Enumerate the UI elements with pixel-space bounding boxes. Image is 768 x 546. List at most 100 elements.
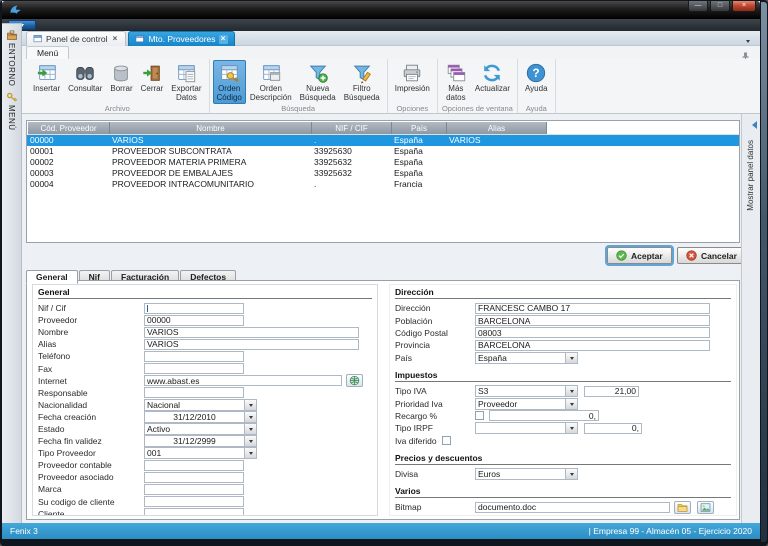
field-tipo-proveedor-dropdown[interactable]: 001 [144, 447, 257, 459]
show-data-panel-label: Mostrar panel datos [746, 140, 755, 211]
field-tipo-irpf-dropdown[interactable] [475, 422, 578, 434]
field-provincia-input[interactable] [475, 340, 710, 351]
chevron-down-icon[interactable] [244, 424, 256, 434]
field-nif-cif-input[interactable] [144, 303, 244, 314]
field-iva-diferido-checkbox[interactable] [442, 436, 451, 445]
close-icon[interactable]: × [110, 35, 119, 44]
ribbon-button-consultar[interactable]: Consultar [64, 60, 106, 104]
close-icon[interactable]: × [219, 35, 228, 44]
field-responsable-input[interactable] [144, 387, 244, 398]
cancel-button[interactable]: Cancelar [677, 247, 746, 264]
field-proveedor-contable-input[interactable] [144, 460, 244, 471]
table-row[interactable]: 00004PROVEEDOR INTRACOMUNITARIO.Francia [27, 179, 739, 190]
field-row-tipo-iva: Tipo IVAS3 [395, 385, 731, 397]
ribbon-button-filtro-busqueda[interactable]: Filtro Búsqueda [340, 60, 384, 104]
table-row[interactable]: 00000VARIOS.EspañaVARIOS [27, 135, 739, 146]
ribbon-button-mas-datos[interactable]: Más datos [441, 60, 471, 104]
tab-general[interactable]: General [26, 270, 78, 284]
tab-panel-de-control[interactable]: Panel de control× [26, 31, 126, 46]
ribbon-button-orden-descripcion[interactable]: Orden Descripción [246, 60, 296, 104]
data-panel-toggle-strip[interactable]: Mostrar panel datos [741, 114, 760, 523]
minimize-button[interactable]: — [688, 1, 708, 12]
close-button[interactable]: × [732, 1, 756, 12]
table-row[interactable]: 00002PROVEEDOR MATERIA PRIMERA33925632Es… [27, 157, 739, 168]
ribbon-group-buttons: Orden CódigoOrden DescripciónNueva Búsqu… [213, 60, 384, 104]
ribbon-button-label: Insertar [33, 85, 60, 102]
field-divisa-dropdown[interactable]: Euros [475, 468, 578, 480]
maximize-button[interactable]: □ [710, 1, 730, 12]
field-fecha-creacion-dropdown[interactable]: 31/12/2010 [144, 411, 257, 423]
field-alias-input[interactable] [144, 339, 359, 350]
field-nacionalidad-dropdown[interactable]: Nacional [144, 399, 257, 411]
ribbon-button-borrar[interactable]: Borrar [106, 60, 136, 104]
field-tipo-irpf-value-input[interactable] [584, 423, 642, 434]
title-bar[interactable]: — □ × [2, 1, 760, 19]
field-label: Internet [38, 376, 144, 386]
sidebar-item-menu[interactable]: MENÚ [2, 86, 21, 131]
column-header-alias[interactable]: Alias [447, 122, 547, 134]
column-header-pais[interactable]: País [392, 122, 447, 134]
tab-overflow-chevron-icon[interactable] [746, 40, 750, 45]
field-estado-dropdown[interactable]: Activo [144, 423, 257, 435]
chevron-down-icon[interactable] [244, 448, 256, 458]
tab-menu[interactable]: Menú [26, 46, 69, 59]
cell: PROVEEDOR INTRACOMUNITARIO [109, 179, 311, 190]
table-row[interactable]: 00003PROVEEDOR DE EMBALAJES33925632Españ… [27, 168, 739, 179]
chevron-down-icon[interactable] [244, 412, 256, 422]
column-header-nif-cif[interactable]: NIF / CIF [312, 122, 392, 134]
field-row-bitmap: Bitmap [395, 501, 731, 513]
chevron-down-icon[interactable] [565, 423, 577, 433]
field-tipo-iva-value-input[interactable] [584, 386, 639, 397]
chevron-down-icon[interactable] [565, 469, 577, 479]
field-prioridad-iva-dropdown[interactable]: Proveedor [475, 398, 578, 410]
field-label: Iva diferido [395, 436, 437, 446]
field-label: Responsable [38, 388, 144, 398]
field-pais-dropdown[interactable]: España [475, 352, 578, 364]
cell: 33925632 [311, 157, 391, 168]
chevron-glyph [570, 473, 574, 478]
field-internet-input[interactable] [144, 375, 342, 386]
ribbon-button-cerrar[interactable]: Cerrar [137, 60, 168, 104]
field-internet-globe-button[interactable] [346, 374, 363, 387]
field-proveedor-input[interactable] [144, 315, 244, 326]
chevron-down-icon[interactable] [244, 400, 256, 410]
field-tipo-iva-dropdown[interactable]: S3 [475, 385, 578, 397]
field-nombre-input[interactable] [144, 327, 359, 338]
field-direccion-input[interactable] [475, 303, 710, 314]
ribbon-button-actualizar[interactable]: Actualizar [471, 60, 514, 104]
field-telefono-input[interactable] [144, 351, 244, 362]
field-codigo-postal-input[interactable] [475, 327, 710, 338]
accept-button[interactable]: Aceptar [607, 247, 672, 264]
field-bitmap-image-button[interactable] [697, 501, 714, 514]
chevron-down-icon[interactable] [565, 399, 577, 409]
field-recargo-input[interactable] [489, 410, 599, 421]
field-label: Teléfono [38, 351, 144, 361]
column-header-cod-proveedor[interactable]: Cód. Proveedor [28, 122, 110, 134]
field-recargo-checkbox[interactable] [475, 411, 484, 420]
field-poblacion-input[interactable] [475, 315, 710, 326]
ribbon-button-nueva-busqueda[interactable]: Nueva Búsqueda [296, 60, 340, 104]
chevron-down-icon[interactable] [244, 436, 256, 446]
ribbon-button-orden-codigo[interactable]: Orden Código [213, 60, 246, 104]
field-marca-input[interactable] [144, 484, 244, 495]
ribbon-button-exportar-datos[interactable]: Exportar Datos [167, 60, 205, 104]
field-proveedor-asociado-input[interactable] [144, 472, 244, 483]
field-su-codigo-de-cliente-input[interactable] [144, 496, 244, 507]
sidebar-item-entorno[interactable]: ENTORNO [2, 24, 21, 86]
tab-mto-proveedores[interactable]: Mto. Proveedores× [128, 31, 234, 46]
table-row[interactable]: 00001PROVEEDOR SUBCONTRATA33925630España [27, 146, 739, 157]
column-header-nombre[interactable]: Nombre [110, 122, 312, 134]
ribbon-button-impresion[interactable]: Impresión [391, 60, 434, 104]
cell: . [311, 135, 391, 146]
field-bitmap-input[interactable] [475, 502, 670, 513]
field-cliente-input[interactable] [144, 508, 244, 516]
chevron-down-icon[interactable] [565, 353, 577, 363]
field-bitmap-folder-button[interactable] [674, 501, 691, 514]
ribbon-button-ayuda[interactable]: ?Ayuda [521, 60, 552, 104]
field-fecha-fin-validez-dropdown[interactable]: 31/12/2999 [144, 435, 257, 447]
chevron-down-icon[interactable] [565, 386, 577, 396]
cell: España [391, 135, 446, 146]
ribbon-button-label: Orden Código [217, 85, 242, 102]
field-fax-input[interactable] [144, 363, 244, 374]
ribbon-button-insertar[interactable]: Insertar [29, 60, 64, 104]
